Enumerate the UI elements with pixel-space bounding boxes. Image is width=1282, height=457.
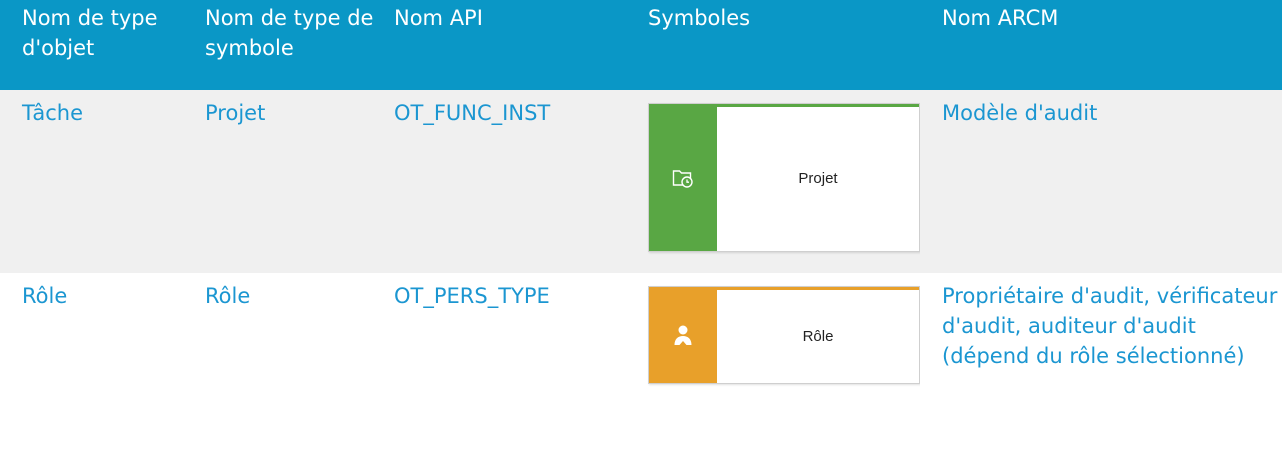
symbol-icon-band	[649, 287, 717, 383]
api-name-cell[interactable]: OT_PERS_TYPE	[390, 273, 626, 457]
api-name-cell[interactable]: OT_FUNC_INST	[390, 90, 626, 273]
object-type-cell[interactable]: Tâche	[0, 90, 201, 273]
table-header-row: Nom de type d'objet Nom de type de symbo…	[0, 0, 1282, 90]
symbol-label: Projet	[717, 104, 919, 251]
symbol-type-cell[interactable]: Rôle	[201, 273, 390, 457]
table-row: Tâche Projet OT_FUNC_INST Projet Modèle …	[0, 90, 1282, 273]
person-icon	[674, 325, 692, 345]
symbol-cell: Projet	[626, 90, 920, 273]
header-api-name: Nom API	[390, 0, 626, 90]
role-symbol: Rôle	[648, 286, 920, 384]
symbol-type-cell[interactable]: Projet	[201, 90, 390, 273]
header-object-type: Nom de type d'objet	[0, 0, 201, 90]
header-arcm-name: Nom ARCM	[920, 0, 1282, 90]
header-symbols: Symboles	[626, 0, 920, 90]
table-row: Rôle Rôle OT_PERS_TYPE Rôle Propriétaire…	[0, 273, 1282, 457]
arcm-name-cell[interactable]: Modèle d'audit	[920, 90, 1282, 273]
folder-clock-icon	[672, 169, 693, 188]
arcm-name-cell[interactable]: Propriétaire d'audit, vérificateur d'aud…	[920, 273, 1282, 457]
project-symbol: Projet	[648, 103, 920, 252]
header-symbol-type: Nom de type de symbole	[201, 0, 390, 90]
symbol-icon-band	[649, 104, 717, 251]
object-type-table: Nom de type d'objet Nom de type de symbo…	[0, 0, 1282, 457]
object-type-cell[interactable]: Rôle	[0, 273, 201, 457]
symbol-cell: Rôle	[626, 273, 920, 457]
symbol-label: Rôle	[717, 287, 919, 383]
